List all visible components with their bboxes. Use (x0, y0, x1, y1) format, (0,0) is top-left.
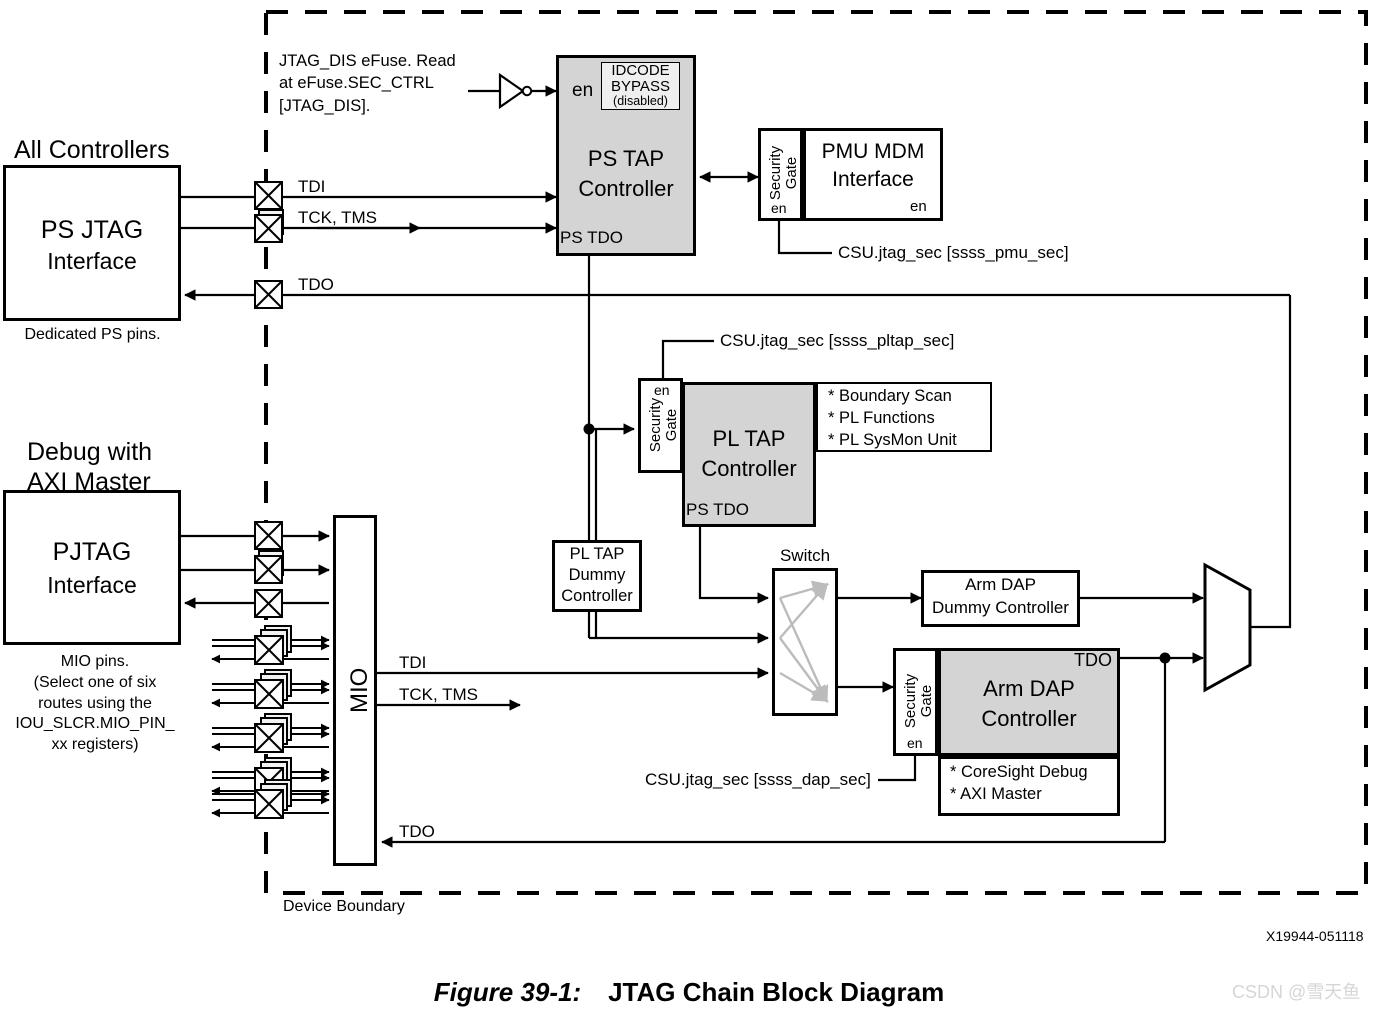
pl-tap-dummy-line1: PL TAP (569, 545, 625, 563)
pl-tap-security-gate-en: en (654, 382, 670, 398)
pl-tap-feature-2: * PL Functions (828, 409, 935, 427)
figure-number: Figure 39-1: (433, 977, 582, 1007)
ps-tap-title-line2: Controller (578, 176, 674, 201)
mio-signal-label-tdo: TDO (399, 822, 435, 841)
arm-dap-security-gate-en: en (907, 735, 923, 751)
pl-tap-title-line1: PL TAP (712, 426, 786, 451)
pl-tap-dummy-line3: Controller (561, 587, 633, 605)
pjtag-interface-block (3, 490, 181, 645)
ps-jtag-title: PS JTAG (40, 216, 144, 244)
arm-dap-feature-1: * CoreSight Debug (950, 763, 1088, 781)
watermark: CSDN @雪天鱼 (1232, 982, 1361, 1002)
arm-dap-csu-jtag-sec-label: CSU.jtag_sec [ssss_dap_sec] (645, 770, 871, 789)
figure-image-id: X19944-051118 (1266, 928, 1364, 944)
debug-with-label: Debug with (27, 438, 153, 466)
ps-tap-en-label: en (572, 80, 594, 101)
arm-dap-dummy-line1: Arm DAP (965, 575, 1036, 594)
device-boundary-label: Device Boundary (283, 898, 405, 915)
figure-title: JTAG Chain Block Diagram (608, 977, 945, 1007)
pl-tap-feature-3: * PL SysMon Unit (828, 431, 957, 449)
figure-caption: Figure 39-1: JTAG Chain Block Diagram (0, 977, 1378, 1008)
arm-dap-security-gate-label: Security Gate (902, 673, 935, 729)
ps-tap-title-line1: PS TAP (587, 146, 665, 171)
arm-dap-title-line2: Controller (981, 706, 1077, 731)
pmu-mdm-title-line2: Interface (832, 168, 914, 191)
pmu-security-gate-en: en (771, 200, 787, 216)
arm-dap-tdo-label: TDO (1074, 650, 1112, 670)
jtag-dis-efuse-note: JTAG_DIS eFuse. Read at eFuse.SEC_CTRL [… (279, 52, 456, 115)
dedicated-ps-pins-note: Dedicated PS pins. (24, 326, 161, 343)
mio-signal-label-tck-tms: TCK, TMS (399, 685, 479, 704)
pmu-mdm-en: en (910, 198, 927, 215)
pl-tap-csu-jtag-sec-label: CSU.jtag_sec [ssss_pltap_sec] (720, 331, 955, 350)
signal-label-tck-tms: TCK, TMS (298, 208, 378, 227)
pjtag-subtitle: Interface (47, 572, 137, 598)
arm-dap-title-line1: Arm DAP (983, 676, 1075, 701)
mio-label: MIO (346, 667, 373, 713)
mio-pins-note: MIO pins. (Select one of six routes usin… (15, 653, 175, 754)
all-controllers-label: All Controllers (14, 136, 170, 164)
switch-label: Switch (779, 546, 831, 565)
disabled-label: (disabled) (613, 94, 668, 108)
pl-tap-title-line2: Controller (701, 456, 797, 481)
arm-dap-feature-2: * AXI Master (950, 785, 1042, 803)
pl-tap-ps-tdo-label: PS TDO (686, 500, 749, 519)
signal-label-tdi: TDI (298, 177, 326, 196)
ps-tap-ps-tdo-label: PS TDO (560, 228, 623, 247)
pl-tap-feature-1: * Boundary Scan (828, 387, 952, 405)
pmu-mdm-title-line1: PMU MDM (821, 140, 925, 163)
arm-dap-dummy-line2: Dummy Controller (932, 598, 1069, 617)
mio-signal-label-tdi: TDI (399, 653, 427, 672)
signal-label-tdo: TDO (298, 275, 334, 294)
pl-tap-dummy-line2: Dummy (568, 566, 626, 584)
switch-block (772, 568, 838, 716)
ps-jtag-subtitle: Interface (47, 248, 137, 274)
pjtag-title: PJTAG (52, 538, 132, 566)
pmu-csu-jtag-sec-label: CSU.jtag_sec [ssss_pmu_sec] (838, 243, 1069, 262)
